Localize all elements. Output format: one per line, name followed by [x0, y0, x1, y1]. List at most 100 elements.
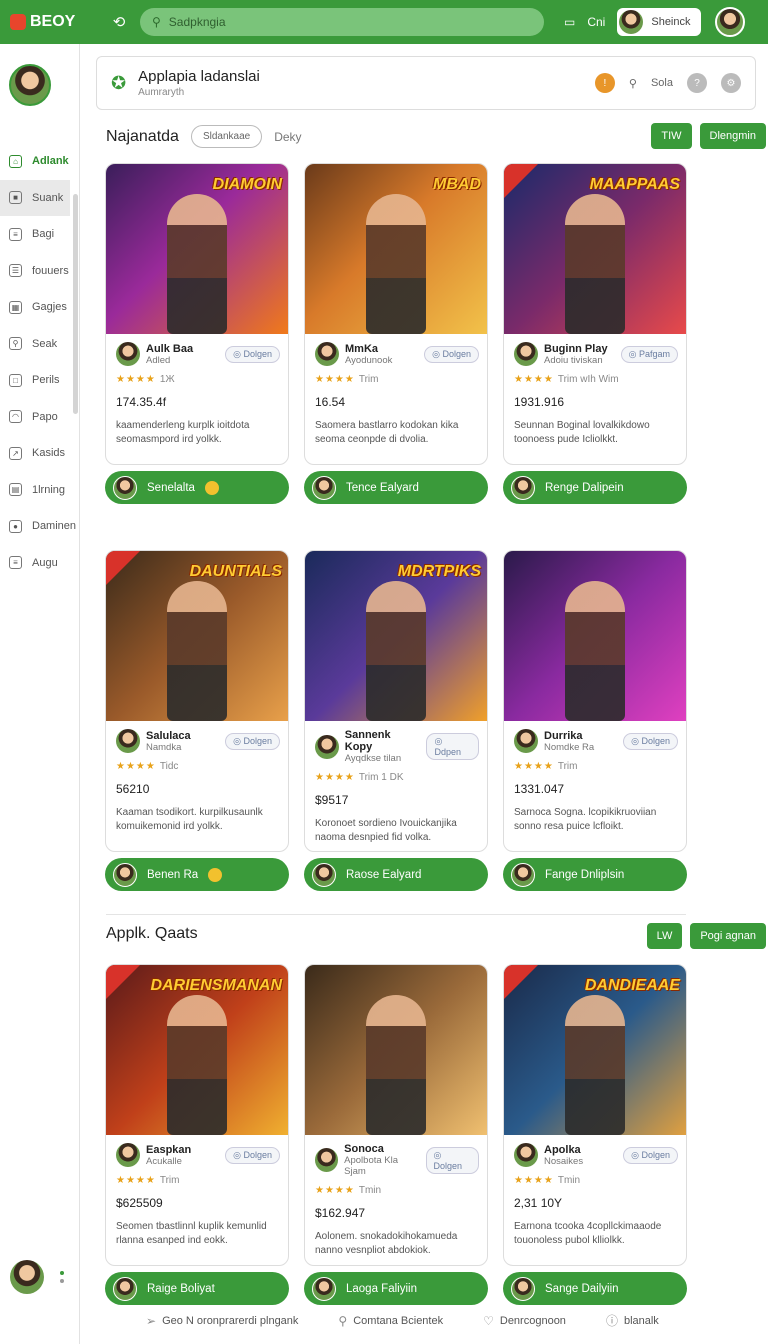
sidebar-item[interactable]: ⚲ Seak [0, 326, 79, 363]
sidebar-item[interactable]: ◠ Papo [0, 399, 79, 436]
app-name[interactable]: MmKa [345, 343, 392, 355]
help-icon[interactable]: ? [687, 73, 707, 93]
chat-icon[interactable]: ▭ [564, 15, 575, 29]
list-icon: ☰ [9, 264, 22, 278]
app-thumbnail[interactable]: MDRTPIKS [305, 551, 487, 721]
action-avatar [113, 475, 137, 500]
sidebar-item[interactable]: ▤ 1lrning [0, 472, 79, 509]
developer-avatar [514, 342, 538, 366]
send-icon: ➢ [146, 1313, 157, 1328]
developer-avatar [116, 1143, 140, 1167]
category-tag[interactable]: ◎ Dolgen [225, 1146, 280, 1164]
card-action-button[interactable]: Sange Dailyiin [503, 1272, 687, 1305]
sidebar-item[interactable]: ≡ Augu [0, 545, 79, 582]
app-logo[interactable]: BEOY [10, 13, 100, 31]
card-action-button[interactable]: Renge Dalipein [503, 471, 687, 504]
search-input[interactable] [168, 15, 532, 29]
card-action-button[interactable]: Senelalta [105, 471, 289, 504]
app-name[interactable]: Salulaca [146, 730, 191, 742]
app-card[interactable]: MDRTPIKS Sannenk Kopy Ayqdkse tilan ◎ Dd… [304, 550, 488, 852]
category-tag[interactable]: ◎ Dolgen [425, 1146, 479, 1174]
sidebar-footer-avatar[interactable] [10, 1260, 44, 1294]
sidebar-item-label: Seak [32, 337, 58, 350]
app-name[interactable]: Durrika [544, 730, 594, 742]
footer-link[interactable]: ♡ Denrcognoon [483, 1312, 566, 1329]
card-action-button[interactable]: Raose Ealyard [304, 858, 488, 891]
app-card[interactable]: DAUNTIALS Salulaca Namdka ◎ Dolgen ★★★★ T… [105, 550, 289, 852]
footer-link[interactable]: ⚲ Comtana Bcientek [338, 1312, 443, 1329]
app-thumbnail[interactable]: MBAD [305, 164, 487, 334]
app-card[interactable]: Durrika Nomdke Ra ◎ Dolgen ★★★★ Trim 1331… [503, 550, 687, 852]
app-card[interactable]: DARIENSMANAN Easpkan Acukalle ◎ Dolgen ★… [105, 964, 289, 1266]
card-action-button[interactable]: Raige Boliyat [105, 1272, 289, 1305]
page-subtitle: Aumraryth [138, 87, 185, 98]
app-name[interactable]: Sannenk Kopy [345, 729, 421, 753]
app-thumbnail[interactable]: DANDIEAAE [504, 965, 686, 1135]
refresh-icon[interactable]: ⟲ [110, 13, 128, 31]
category-tag[interactable]: ◎ Dolgen [623, 1146, 678, 1164]
topbar-link[interactable]: Cni [587, 15, 605, 29]
card-action-button[interactable]: Benen Ra [105, 858, 289, 891]
sidebar-scrollbar[interactable] [73, 194, 78, 414]
notification-icon[interactable]: ! [594, 73, 615, 93]
app-card[interactable]: Sonoca Apolbota Kla Sjam ◎ Dolgen ★★★★ Tm… [304, 964, 488, 1266]
sidebar: ⌂ Adlank ■ Suank ≡ Bagi ☰ fouuers ▦ Gagjes ⚲ Seak □ P… [0, 44, 80, 1344]
sidebar-item-label: Adlank [32, 155, 69, 168]
app-card[interactable]: DIAMOIN Aulk Baa Adled ◎ Dolgen ★★★★ 1Ж 1… [105, 163, 289, 465]
app-thumbnail[interactable]: DAUNTIALS [106, 551, 288, 721]
category-tag[interactable]: ◎ Dolgen [225, 732, 280, 750]
rating-label: Trim [557, 761, 578, 772]
thumbnail-title-art: MAAPPAAS [589, 176, 680, 193]
rating-stars: ★★★★ Tmin [514, 1175, 581, 1186]
category-tag-label: Dolgen [243, 348, 272, 359]
sidebar-item[interactable]: ≡ Bagi [0, 216, 79, 253]
app-thumbnail[interactable]: DARIENSMANAN [106, 965, 288, 1135]
user-chip[interactable]: Sheinck [617, 8, 701, 36]
app-card[interactable]: DANDIEAAE Apolka Nosaikes ◎ Dolgen ★★★★ T… [503, 964, 687, 1266]
app-thumbnail[interactable] [504, 551, 686, 721]
sidebar-item-label: 1lrning [32, 483, 66, 496]
app-thumbnail[interactable]: DIAMOIN [106, 164, 288, 334]
sidebar-item[interactable]: ☰ fouuers [0, 253, 79, 290]
search-bar[interactable]: ⚲ [140, 8, 544, 36]
card-action-button[interactable]: Laoga Faliyiin [304, 1272, 488, 1305]
filter-pill[interactable]: Sldankaae [190, 125, 263, 148]
footer-link[interactable]: ⓘ blanalk [606, 1312, 659, 1329]
app-name[interactable]: Sonoca [344, 1143, 419, 1155]
profile-avatar[interactable] [714, 7, 745, 37]
sidebar-item[interactable]: ■ Suank [0, 179, 70, 216]
card-action-label: Senelalta [147, 481, 195, 494]
category-tag[interactable]: ◎ Dolgen [623, 732, 678, 750]
sidebar-item[interactable]: □ Perils [0, 362, 79, 399]
category-tag[interactable]: ◎ Dolgen [225, 345, 280, 363]
app-name[interactable]: Apolka [544, 1144, 583, 1156]
app-card[interactable]: MAAPPAAS Buginn Play Adoiu tiviskan ◎ Pa… [503, 163, 687, 465]
section-link[interactable]: Deky [274, 130, 301, 144]
app-thumbnail[interactable]: MAAPPAAS [504, 164, 686, 334]
card-action-button[interactable]: Tence Ealyard [304, 471, 488, 504]
sidebar-avatar[interactable] [9, 64, 51, 106]
app-developer: Namdka [146, 741, 182, 753]
search-small-icon[interactable]: ⚲ [629, 77, 637, 90]
section2-button-1[interactable]: LW [646, 923, 683, 949]
app-developer: Nomdke Ra [544, 741, 595, 753]
card-action-button[interactable]: Fange Dnliplsin [503, 858, 687, 891]
footer-link[interactable]: ➢ Geo N oronprarerdi plngank [146, 1312, 298, 1329]
app-name[interactable]: Easpkan [146, 1144, 191, 1156]
section2-button-2[interactable]: Pogi agnan [690, 923, 766, 949]
section1-button-2[interactable]: Dlengmin [699, 123, 766, 149]
category-tag[interactable]: ◎ Ddpen [426, 733, 479, 760]
app-name[interactable]: Aulk Baa [146, 343, 193, 355]
sidebar-item[interactable]: ⌂ Adlank [0, 143, 79, 180]
app-thumbnail[interactable] [305, 965, 487, 1135]
sidebar-item[interactable]: ● Daminen [0, 508, 79, 545]
category-tag[interactable]: ◎ Dolgen [424, 345, 479, 363]
sidebar-item[interactable]: ↗ Kasids [0, 435, 79, 472]
app-name[interactable]: Buginn Play [544, 343, 608, 355]
section1-button-1[interactable]: TIW [651, 123, 692, 149]
app-card[interactable]: MBAD MmKa Ayodunook ◎ Dolgen ★★★★ Trim 16… [304, 163, 488, 465]
header-right-label[interactable]: Sola [651, 77, 673, 89]
sidebar-item[interactable]: ▦ Gagjes [0, 289, 79, 326]
category-tag[interactable]: ◎ Pafgam [620, 345, 678, 363]
settings-icon[interactable]: ⚙ [721, 73, 741, 93]
